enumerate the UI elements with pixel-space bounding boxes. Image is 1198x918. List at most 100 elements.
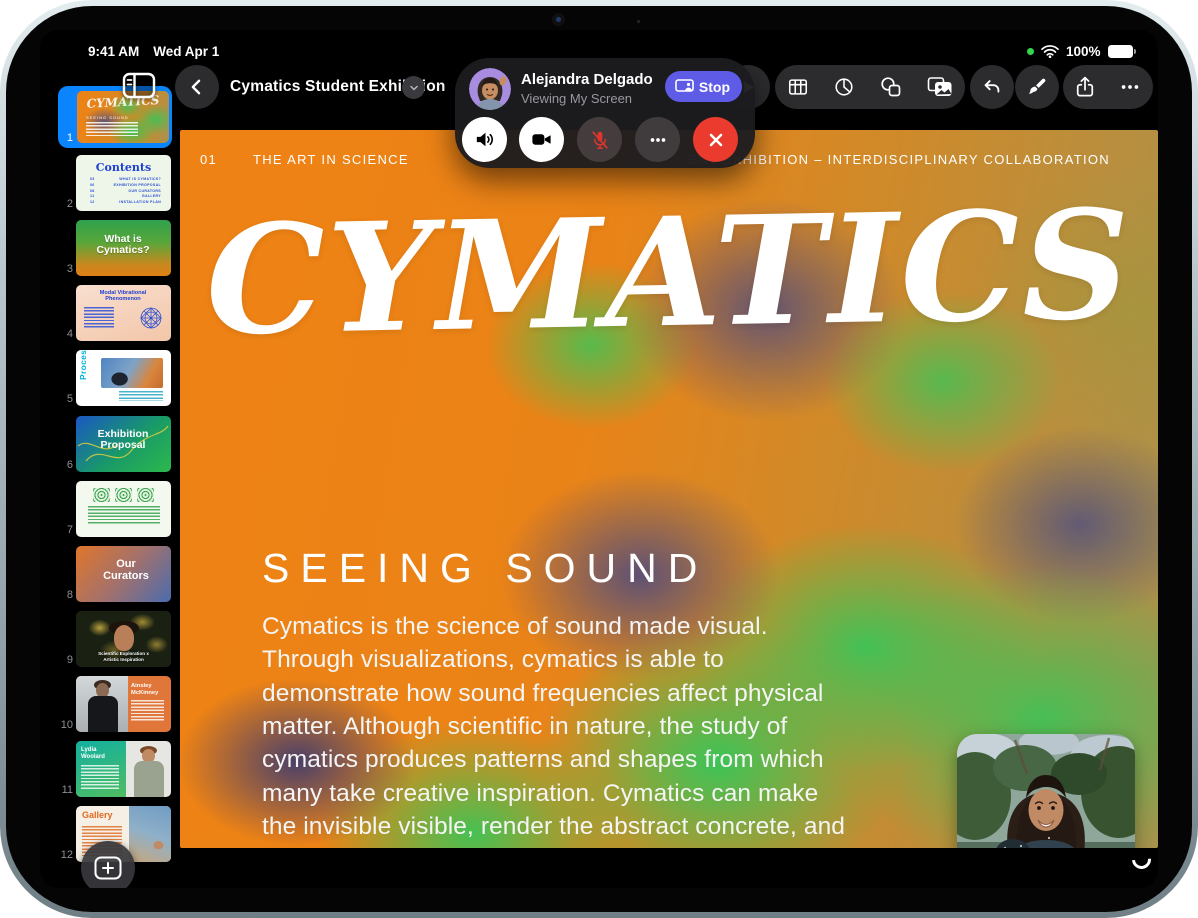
thumbnail-preview: Modal Vibrational Phenomenon [76,285,171,341]
thumbnail-preview: Lydia Woolard [76,741,171,797]
thumb-title: Process [78,350,88,380]
status-left: 9:41 AM Wed Apr 1 [88,44,219,59]
thumb-text-lines [81,765,119,789]
facetime-caller-name: Alejandra Delgado [521,71,653,88]
slide-number: 1 [66,132,73,144]
camera-button[interactable] [519,117,564,162]
wifi-icon [1041,45,1059,58]
share-button[interactable] [1075,76,1095,98]
thumb-photo [101,358,163,388]
close-x-icon [709,133,722,146]
ipad-screen: 9:41 AM Wed Apr 1 100% Cymatics Student … [40,30,1158,888]
status-date: Wed Apr 1 [153,44,220,59]
slide-thumbnail-5[interactable]: 5 Process [58,347,172,409]
pie-chart-icon [835,78,853,96]
facetime-controls-panel[interactable]: Alejandra Delgado Viewing My Screen Stop [455,58,755,168]
mandala-pattern [140,307,162,329]
share-icon [1076,76,1094,97]
slide-thumbnail-3[interactable]: 3 What is Cymatics? [58,217,172,279]
camera-in-use-indicator-icon [1026,48,1034,55]
thumb-title: Lydia Woolard [81,747,105,760]
undo-icon [984,80,1000,93]
ellipsis-icon [1121,85,1139,89]
slide-eyebrow-right: ENT EXHIBITION – INTERDISCIPLINARY COLLA… [688,152,1110,167]
thumbnail-preview [76,481,171,537]
thumb-photo [76,676,128,732]
more-controls-button[interactable] [635,117,680,162]
format-button[interactable] [1015,65,1059,109]
thumbnail-preview: Exhibition Proposal [76,416,171,472]
screen-share-icon [675,79,694,92]
thumb-contents-list: 03 WHAT IS CYMATICS? 06 EXHIBITION PROPOSA… [90,177,161,204]
slide-index-label: 01 [200,152,218,167]
more-button[interactable] [1119,76,1141,98]
slide-thumbnail-7[interactable]: 7 [58,478,172,540]
insert-toolbar-group [775,65,965,109]
slide-thumbnail-8[interactable]: 8 Our Curators [58,543,172,605]
speaker-icon [476,132,493,147]
thumb-panel: Lydia Woolard [76,741,126,797]
slide-thumbnail-4[interactable]: 4 Modal Vibrational Phenomenon [58,282,172,344]
pip-video-frame [957,734,1135,848]
facetime-pip-video[interactable] [957,734,1135,848]
slide-number: 7 [66,524,73,536]
video-camera-icon [532,134,551,145]
insert-table-button[interactable] [787,76,809,98]
thumb-title: Modal Vibrational Phenomenon [99,290,147,303]
thumb-text-lines [84,307,114,329]
insert-shape-button[interactable] [879,75,903,99]
mute-button[interactable] [577,117,622,162]
slide-heading: SEEING SOUND [262,545,709,591]
slide-thumbnail-2[interactable]: 2 Contents 03 WHAT IS CYMATICS? 06 EXHIBIT… [58,152,172,214]
thumbnail-preview: Process [76,350,171,406]
memoji-avatar-icon [469,68,511,110]
sidebar-toggle-icon[interactable] [122,72,156,99]
slide-number: 5 [66,393,73,405]
speaker-button[interactable] [462,117,507,162]
slide-thumbnail-10[interactable]: 10 Ainsley McKinney [58,673,172,735]
slide-thumbnail-11[interactable]: 11 Lydia Woolard [58,738,172,800]
thumbnail-preview: Our Curators [76,546,171,602]
paintbrush-icon [1028,78,1046,94]
slide-thumbnail-6[interactable]: 6 Exhibition Proposal [58,413,172,475]
slide-body-text: Cymatics is the science of sound made vi… [262,613,846,848]
pattern-squares [76,488,171,502]
thumb-title: Gallery [82,810,113,820]
slide-number: 6 [66,459,73,471]
status-right: 100% [1026,44,1136,59]
thumb-title: Our Curators [103,558,149,582]
insert-media-button[interactable] [927,76,953,98]
stop-sharing-button[interactable]: Stop [664,71,742,102]
stop-label: Stop [698,78,730,95]
chevron-left-icon [191,79,201,95]
end-call-button[interactable] [693,117,738,162]
document-title-menu-button[interactable] [402,76,425,99]
undo-button[interactable] [970,65,1014,109]
thumb-title: Ainsley McKinney [131,683,159,696]
share-toolbar-group [1063,65,1153,109]
thumbnail-preview: Scientific Exploration x Artistic Inspir… [76,611,171,667]
front-camera [552,13,565,26]
shapes-icon [881,77,901,97]
thumb-title: Contents [95,161,152,174]
battery-percent: 100% [1065,44,1101,59]
thumb-photo [114,625,134,651]
slide-eyebrow-left: THE ART IN SCIENCE [253,152,409,167]
avatar [469,68,511,110]
ipad-device-frame: 9:41 AM Wed Apr 1 100% Cymatics Student … [0,0,1198,918]
back-button[interactable] [175,65,219,109]
insert-chart-button[interactable] [833,76,855,98]
thumb-title: Scientific Exploration x Artistic Inspir… [98,651,149,663]
slide-canvas[interactable]: 01 THE ART IN SCIENCE ENT EXHIBITION – I… [180,130,1158,848]
slide-number: 2 [66,198,73,210]
mic-dot [637,20,640,23]
slide-thumbnail-9[interactable]: 9 Scientific Exploration x Artistic Insp… [58,608,172,670]
slide-number: 12 [60,849,73,861]
thumb-text-lines [87,506,160,524]
add-slide-button[interactable] [81,841,135,888]
thumbnail-preview: What is Cymatics? [76,220,171,276]
slide-title: CYMATICS [204,176,1134,370]
facetime-call-status: Viewing My Screen [521,91,633,106]
status-time: 9:41 AM [88,44,140,59]
thumb-text-lines [86,122,138,138]
